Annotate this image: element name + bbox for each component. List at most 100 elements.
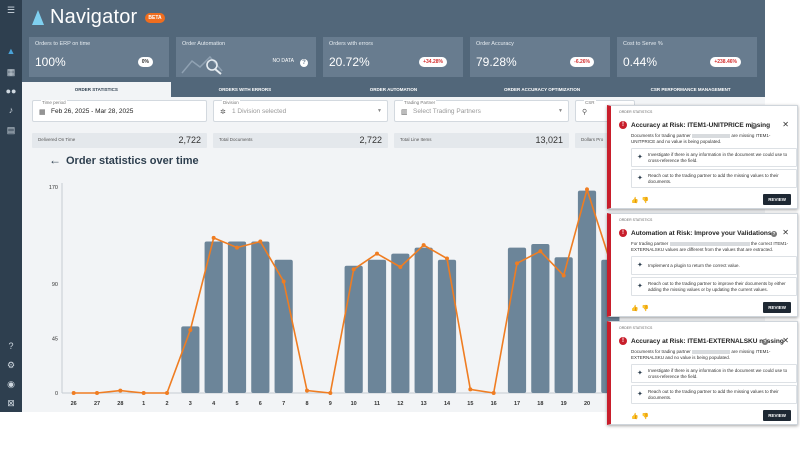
card-description: Documents for trading partner are missin… xyxy=(631,133,771,144)
hierarchy-icon: ✲ xyxy=(220,109,226,116)
kpi-change-badge: 0% xyxy=(137,57,153,67)
chart-line-point xyxy=(71,391,76,395)
feedback-thumbs[interactable]: 👍👎 xyxy=(631,197,652,204)
export-icon[interactable]: ⊠ xyxy=(0,396,22,410)
chart-line-point xyxy=(235,245,239,250)
chart-title: Order statistics over time xyxy=(66,155,199,167)
kpi-label: Order Automation xyxy=(182,41,226,47)
x-tick-label: 16 xyxy=(491,401,497,407)
chart-line-point xyxy=(305,388,309,393)
card-category: Order Statistics xyxy=(619,110,653,114)
x-tick-label: 6 xyxy=(259,401,262,407)
x-tick-label: 7 xyxy=(282,401,285,407)
x-tick-label: 13 xyxy=(421,401,427,407)
notifications-icon[interactable]: ♪ xyxy=(0,103,22,117)
filter-label: CSR xyxy=(584,100,596,105)
beta-badge: BETA xyxy=(145,12,165,23)
kpi-label: Orders with errors xyxy=(329,41,374,47)
suggestion-text: Implement a plugin to return the correct… xyxy=(648,263,740,268)
feedback-thumbs[interactable]: 👍👎 xyxy=(631,413,652,420)
x-tick-label: 11 xyxy=(374,401,380,407)
kpi-label: Cost to Serve % xyxy=(623,41,663,47)
review-button[interactable]: REVIEW xyxy=(763,410,791,421)
thumbs-down-icon[interactable]: 👎 xyxy=(641,414,651,420)
division-filter[interactable]: Division ✲ 1 Division selected ▼ xyxy=(213,100,388,122)
close-icon[interactable]: ✕ xyxy=(782,121,789,129)
stat-total-documents: Total Documents 2,722 xyxy=(213,133,388,148)
menu-icon[interactable]: ☰ xyxy=(0,3,22,17)
x-tick-label: 2 xyxy=(165,401,168,407)
x-tick-label: 28 xyxy=(117,401,123,407)
account-icon[interactable]: ◉ xyxy=(0,377,22,391)
suggestion-text: Reach out to the trading partner to add … xyxy=(648,173,779,184)
users-icon[interactable]: ●● xyxy=(0,84,22,98)
chart-line-point xyxy=(421,243,426,248)
close-icon[interactable]: ✕ xyxy=(782,229,789,237)
tab-order-statistics[interactable]: Order Statistics xyxy=(22,82,171,97)
card-description: For trading partner the correct ITEM1-EX… xyxy=(631,241,789,252)
chart-line-point xyxy=(375,251,379,256)
y-tick-label: 90 xyxy=(52,282,58,288)
tab-order-accuracy-optimization[interactable]: Order Accuracy Optimization xyxy=(468,82,617,97)
kpi-order-automation[interactable]: Order Automation NO DATA ? xyxy=(176,37,316,77)
dashboard-icon[interactable]: ▦ xyxy=(0,65,22,79)
sparkle-icon: ✦ xyxy=(637,283,643,290)
sparkle-icon: ✦ xyxy=(637,262,643,269)
thumbs-up-icon[interactable]: 👍 xyxy=(631,414,641,420)
feedback-thumbs[interactable]: 👍👎 xyxy=(631,305,652,312)
help-icon[interactable]: ? xyxy=(300,59,308,67)
help-icon[interactable]: ? xyxy=(0,339,22,353)
suggestion-item: ✦ Reach out to the trading partner to ad… xyxy=(631,385,797,404)
thumbs-up-icon[interactable]: 👍 xyxy=(631,198,641,204)
navigator-icon[interactable]: ▲ xyxy=(0,44,22,58)
close-icon[interactable]: ✕ xyxy=(782,337,789,345)
tab-csr-performance[interactable]: CSR Performance Management xyxy=(616,82,765,97)
back-arrow-icon[interactable]: ← xyxy=(49,154,61,166)
thumbs-down-icon[interactable]: 👎 xyxy=(641,306,651,312)
kpi-cost-to-serve[interactable]: Cost to Serve % 0.44% +238.46% xyxy=(617,37,757,77)
chart-bar xyxy=(391,253,410,393)
book-icon[interactable]: ▤ xyxy=(0,123,22,137)
chart-bar xyxy=(531,243,550,393)
logo[interactable]: Navigator BETA xyxy=(32,6,165,29)
kpi-value: 0.44% xyxy=(623,55,658,69)
stat-delivered-on-time: Delivered On Time 2,722 xyxy=(32,133,207,148)
suggestion-text: Investigate if there is any information … xyxy=(648,368,788,379)
help-icon[interactable]: ? xyxy=(762,339,768,345)
chart-line-point xyxy=(211,235,216,240)
x-tick-label: 9 xyxy=(329,401,332,407)
card-title: Accuracy at Risk: ITEM1-UNITPRICE missin… xyxy=(631,122,771,129)
division-value: 1 Division selected xyxy=(232,108,287,115)
chart-line-point xyxy=(585,187,589,192)
chart-line-point xyxy=(165,391,169,395)
help-icon[interactable]: ? xyxy=(771,231,777,237)
insight-card: Order Statistics ! Accuracy at Risk: ITE… xyxy=(607,321,798,425)
chart-line-point xyxy=(281,279,286,284)
tab-orders-with-errors[interactable]: Orders with Errors xyxy=(171,82,320,97)
thumbs-up-icon[interactable]: 👍 xyxy=(631,306,641,312)
suggestion-text: Reach out to the trading partner to impr… xyxy=(648,281,786,292)
sparkle-icon: ✦ xyxy=(637,175,643,182)
error-icon: ! xyxy=(619,121,627,129)
review-button[interactable]: REVIEW xyxy=(763,302,791,313)
x-tick-label: 15 xyxy=(467,401,473,407)
tab-order-automation[interactable]: Order Automation xyxy=(319,82,468,97)
card-category: Order Statistics xyxy=(619,326,653,330)
redacted-partner xyxy=(669,241,750,246)
partners-icon: ▥ xyxy=(401,109,408,116)
kpi-orders-on-time[interactable]: Orders to ERP on time 100% 0% xyxy=(29,37,169,77)
help-icon[interactable]: ? xyxy=(751,123,757,129)
kpi-change-badge: +238.46% xyxy=(710,57,741,67)
chart-line-point xyxy=(491,391,496,395)
thumbs-down-icon[interactable]: 👎 xyxy=(641,198,651,204)
settings-icon[interactable]: ⚙ xyxy=(0,358,22,372)
chevron-down-icon: ▼ xyxy=(558,108,563,114)
trading-partner-filter[interactable]: Trading Partner ▥ Select Trading Partner… xyxy=(394,100,569,122)
review-button[interactable]: REVIEW xyxy=(763,194,791,205)
kpi-orders-with-errors[interactable]: Orders with errors 20.72% +34.28% xyxy=(323,37,463,77)
chart-line-point xyxy=(258,239,263,244)
time-period-filter[interactable]: Time period ▦ Feb 26, 2025 - Mar 28, 202… xyxy=(32,100,207,122)
card-description: Documents for trading partner are missin… xyxy=(631,349,771,360)
chart-line-point xyxy=(188,327,193,332)
kpi-order-accuracy[interactable]: Order Accuracy 79.28% -6.26% xyxy=(470,37,610,77)
